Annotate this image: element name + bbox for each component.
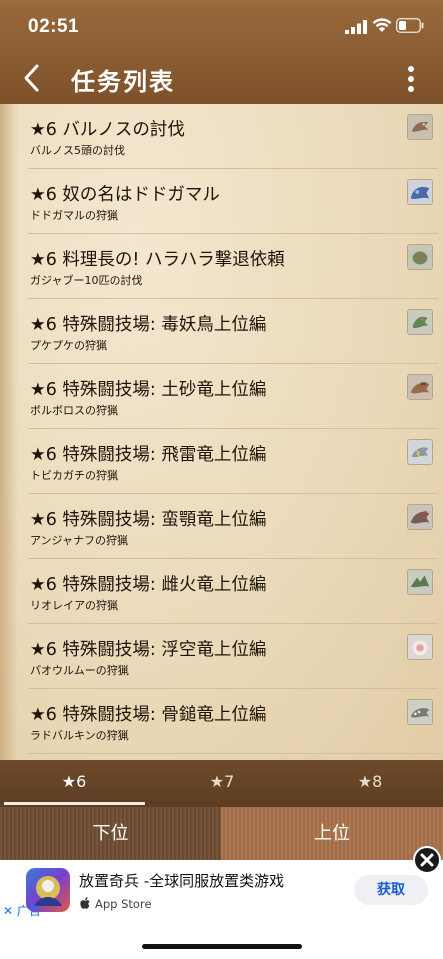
quest-subtitle: ラドバルキンの狩猟 <box>30 729 129 742</box>
quest-title: ★6 特殊闘技場: 飛雷竜上位編 <box>30 445 267 465</box>
quest-title: ★6 奴の名はドドガマル <box>30 185 220 205</box>
quest-subtitle: トビカガチの狩猟 <box>30 469 118 482</box>
barnos-monster-icon <box>407 114 433 140</box>
ad-label[interactable]: ✕ 广告 <box>3 902 41 919</box>
quest-list: ★6 バルノスの討伐 バルノス5頭の討伐 ★6 奴の名はドドガマル ドドガマルの… <box>0 104 443 760</box>
quest-subtitle: ボルボロスの狩猟 <box>30 404 118 417</box>
quest-subtitle: リオレイアの狩猟 <box>30 599 118 612</box>
gajabu-monster-icon <box>407 244 433 270</box>
ad-banner[interactable]: 放置奇兵 -全球同服放置类游戏 App Store 获取 ✕ 广告 <box>0 860 443 920</box>
active-tab-indicator <box>4 802 145 805</box>
ad-title[interactable]: 放置奇兵 -全球同服放置类游戏 <box>79 870 284 891</box>
back-arrow-icon[interactable] <box>18 62 46 94</box>
quest-subtitle: アンジャナフの狩猟 <box>30 534 129 547</box>
quest-title: ★6 特殊闘技場: 骨鎚竜上位編 <box>30 705 267 725</box>
nav-bar: 任务列表 <box>0 52 443 104</box>
quest-row[interactable]: ★6 特殊闘技場: 毒妖鳥上位編 プケプケの狩猟 <box>28 299 438 364</box>
tab-rank-8[interactable]: ★8 <box>296 760 443 807</box>
quest-subtitle: バルノス5頭の討伐 <box>30 144 125 157</box>
top-bar: 02:51 任务列表 <box>0 0 443 104</box>
quest-row[interactable]: ★6 特殊闘技場: 骨鎚竜上位編 ラドバルキンの狩猟 <box>28 689 438 754</box>
paolumu-monster-icon <box>407 634 433 660</box>
tab-rank-6[interactable]: ★6 <box>0 760 148 807</box>
quest-title: ★6 特殊闘技場: 雌火竜上位編 <box>30 575 267 595</box>
page-title: 任务列表 <box>71 68 175 96</box>
anjanath-monster-icon <box>407 504 433 530</box>
quest-subtitle: プケプケの狩猟 <box>30 339 107 352</box>
tobi-kadachi-monster-icon <box>407 439 433 465</box>
quest-title: ★6 特殊闘技場: 毒妖鳥上位編 <box>30 315 267 335</box>
quest-row[interactable]: ★6 特殊闘技場: 雌火竜上位編 リオレイアの狩猟 <box>28 559 438 624</box>
battery-icon <box>396 18 424 33</box>
quest-row[interactable]: ★6 奴の名はドドガマル ドドガマルの狩猟 <box>28 169 438 234</box>
quest-subtitle: ドドガマルの狩猟 <box>30 209 118 222</box>
low-rank-button[interactable]: 下位 <box>0 807 221 860</box>
quest-title: ★6 料理長の! ハラハラ撃退依頼 <box>30 250 285 270</box>
ad-dismiss-x-icon[interactable]: ✕ <box>3 904 13 918</box>
ad-store-label: App Store <box>95 897 152 911</box>
more-options-icon[interactable] <box>402 64 420 94</box>
quest-row[interactable]: ★6 特殊闘技場: 蛮顎竜上位編 アンジャナフの狩猟 <box>28 494 438 559</box>
quest-subtitle: パオウルムーの狩猟 <box>30 664 129 677</box>
quest-row[interactable]: ★6 特殊闘技場: 浮空竜上位編 パオウルムーの狩猟 <box>28 624 438 689</box>
dodogama-monster-icon <box>407 179 433 205</box>
high-rank-button[interactable]: 上位 <box>221 807 443 860</box>
wifi-icon <box>372 18 392 32</box>
home-indicator[interactable] <box>142 944 302 949</box>
quest-title: ★6 バルノスの討伐 <box>30 120 185 140</box>
tab-rank-7[interactable]: ★7 <box>148 760 296 807</box>
cellular-signal-icon <box>345 20 367 34</box>
rank-toggle: 下位 上位 <box>0 807 443 860</box>
quest-row[interactable]: ★6 バルノスの討伐 バルノス5頭の討伐 <box>28 104 438 169</box>
pukei-pukei-monster-icon <box>407 309 433 335</box>
ad-label-text: 广告 <box>16 904 41 918</box>
quest-title: ★6 特殊闘技場: 土砂竜上位編 <box>30 380 267 400</box>
ad-close-icon[interactable] <box>413 846 441 874</box>
quest-row[interactable]: ★6 特殊闘技場: 土砂竜上位編 ボルボロスの狩猟 <box>28 364 438 429</box>
apple-logo-icon <box>80 897 90 909</box>
rathian-monster-icon <box>407 569 433 595</box>
quest-title: ★6 特殊闘技場: 浮空竜上位編 <box>30 640 267 660</box>
ad-get-button[interactable]: 获取 <box>354 875 428 905</box>
radobaan-monster-icon <box>407 699 433 725</box>
quest-row[interactable]: ★6 特殊闘技場: 飛雷竜上位編 トビカガチの狩猟 <box>28 429 438 494</box>
barroth-monster-icon <box>407 374 433 400</box>
rank-tab-bar: ★6 ★7 ★8 <box>0 760 443 807</box>
quest-title: ★6 特殊闘技場: 蛮顎竜上位編 <box>30 510 267 530</box>
quest-row[interactable]: ★6 料理長の! ハラハラ撃退依頼 ガジャブー10匹の討伐 <box>28 234 438 299</box>
status-bar: 02:51 <box>0 0 443 52</box>
bottom-safe-area <box>0 920 443 959</box>
quest-subtitle: ガジャブー10匹の討伐 <box>30 274 143 287</box>
status-time: 02:51 <box>28 16 80 37</box>
